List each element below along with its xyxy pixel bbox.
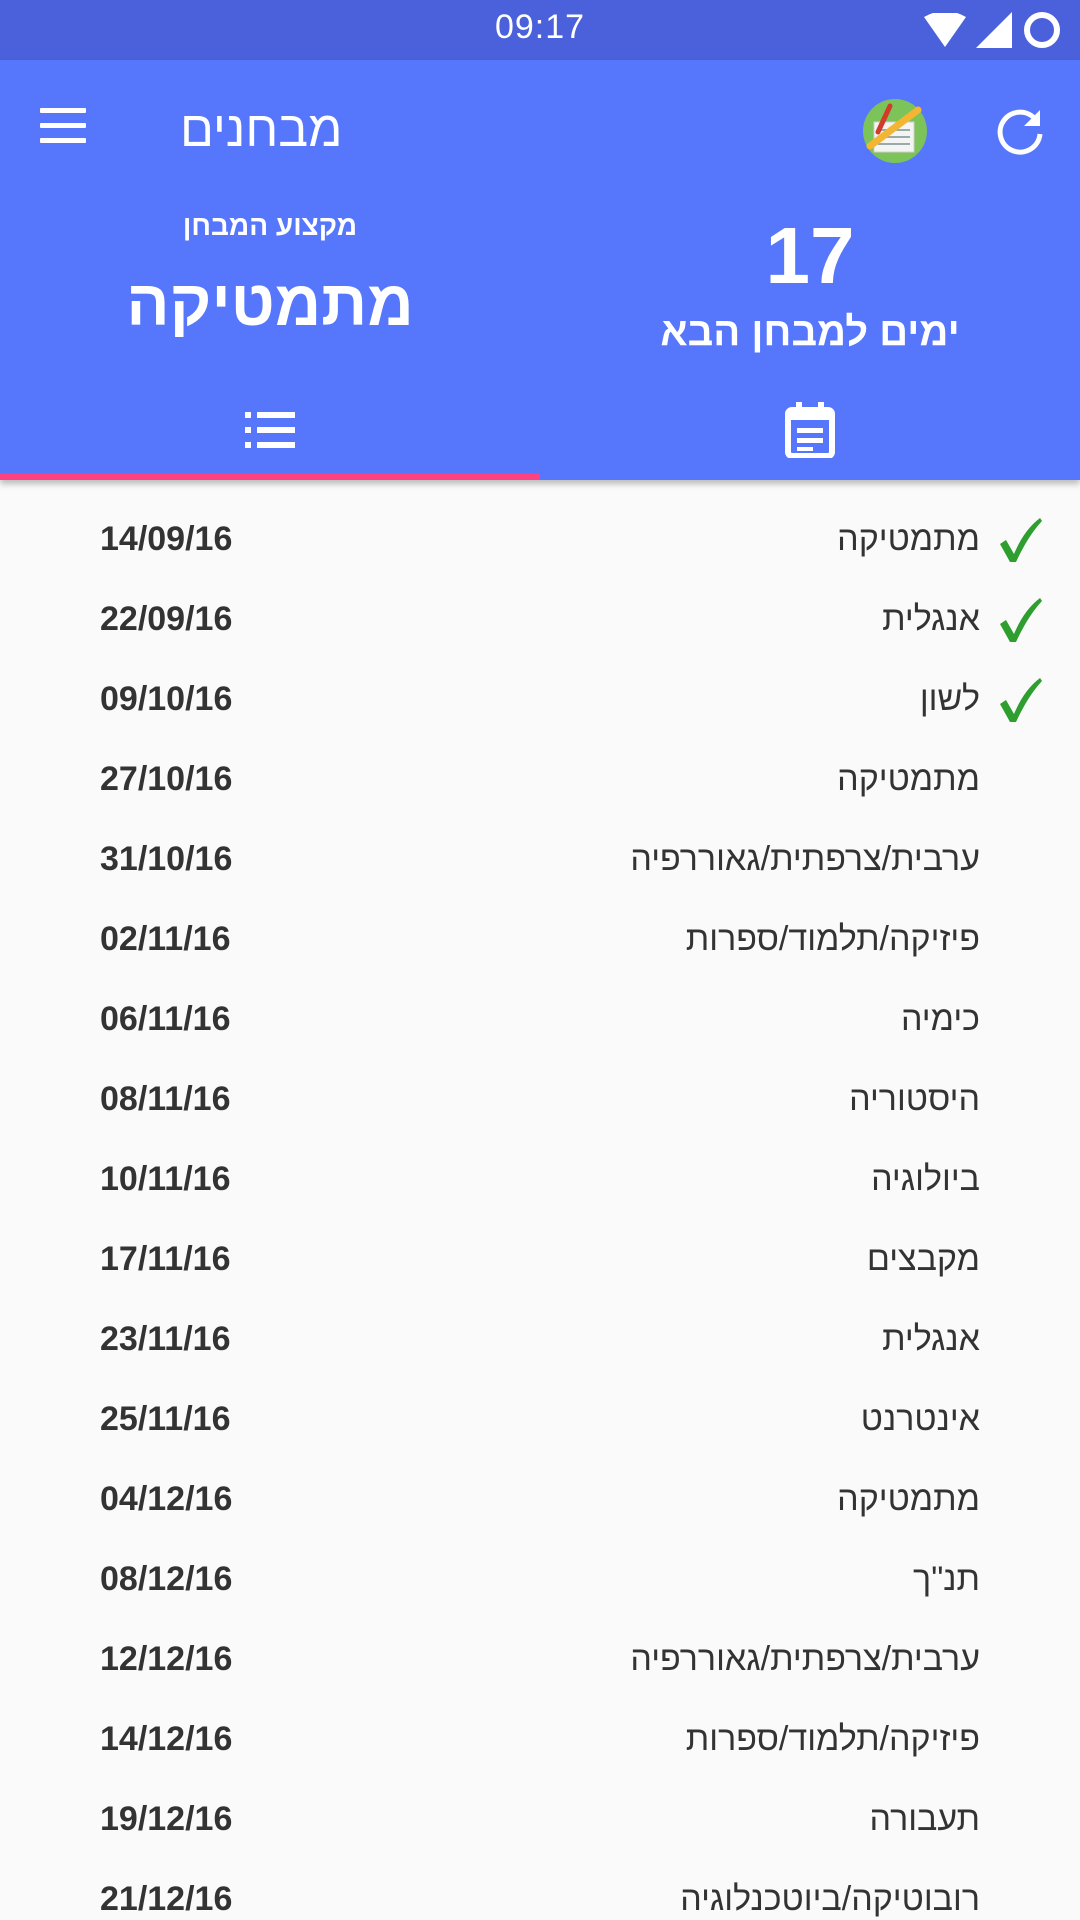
exam-subject: ערבית/צרפתית/גאוררפיה bbox=[630, 1640, 980, 1678]
exam-date: 08/12/16 bbox=[100, 1560, 233, 1598]
exam-row[interactable]: 25/11/16 אינטרנט bbox=[0, 1380, 1080, 1460]
check-icon bbox=[1000, 598, 1042, 642]
exam-row[interactable]: 08/11/16 היסטוריה bbox=[0, 1060, 1080, 1140]
exam-subject: פיזיקה/תלמוד/ספרות bbox=[685, 1720, 980, 1758]
subject-value: מתמטיקה bbox=[126, 267, 414, 339]
exam-date: 27/10/16 bbox=[100, 760, 233, 798]
tab-calendar[interactable] bbox=[540, 380, 1080, 480]
exam-subject: ביולוגיה bbox=[871, 1160, 980, 1198]
exam-row[interactable]: 14/09/16 מתמטיקה bbox=[0, 500, 1080, 580]
exam-subject: מקבצים bbox=[866, 1240, 980, 1278]
exam-subject: פיזיקה/תלמוד/ספרות bbox=[685, 920, 980, 958]
status-bar: 09:17 bbox=[0, 0, 1080, 60]
days-caption: ימים למבחן הבא bbox=[660, 310, 960, 354]
days-count: 17 bbox=[765, 211, 855, 300]
exam-subject: לשון bbox=[919, 680, 980, 718]
tab-list[interactable] bbox=[0, 380, 540, 480]
exam-row[interactable]: 08/12/16 תנ"ך bbox=[0, 1540, 1080, 1620]
exam-subject: תעבורה bbox=[869, 1800, 980, 1838]
exam-date: 14/12/16 bbox=[100, 1720, 233, 1758]
exam-row[interactable]: 23/11/16 אנגלית bbox=[0, 1300, 1080, 1380]
exam-row[interactable]: 12/12/16 ערבית/צרפתית/גאוררפיה bbox=[0, 1620, 1080, 1700]
exam-subject: מתמטיקה bbox=[837, 760, 980, 798]
refresh-icon[interactable] bbox=[992, 104, 1048, 160]
exam-subject: רובוטיקה/ביוטכנלוגיה bbox=[680, 1880, 980, 1918]
exam-row[interactable]: 10/11/16 ביולוגיה bbox=[0, 1140, 1080, 1220]
exam-subject: תנ"ך bbox=[913, 1560, 980, 1598]
status-time: 09:17 bbox=[494, 8, 586, 46]
exam-date: 19/12/16 bbox=[100, 1800, 233, 1838]
exam-date: 10/11/16 bbox=[100, 1160, 231, 1198]
exam-subject: אנגלית bbox=[882, 1320, 980, 1358]
exam-date: 31/10/16 bbox=[100, 840, 233, 878]
exam-date: 12/12/16 bbox=[100, 1640, 233, 1678]
status-icons bbox=[924, 10, 1062, 50]
list-icon bbox=[245, 412, 295, 448]
exam-date: 02/11/16 bbox=[100, 920, 231, 958]
exam-row[interactable]: 27/10/16 מתמטיקה bbox=[0, 740, 1080, 820]
exam-date: 17/11/16 bbox=[100, 1240, 231, 1278]
exam-list: 14/09/16 מתמטיקה 22/09/16 אנגלית 09/10/16 לשו… bbox=[0, 500, 1080, 1920]
next-exam-subject: מקצוע המבחן מתמטיקה bbox=[0, 210, 540, 340]
exam-subject: אינטרנט bbox=[860, 1400, 980, 1438]
exam-row[interactable]: 22/09/16 אנגלית bbox=[0, 580, 1080, 660]
exam-row[interactable]: 04/12/16 מתמטיקה bbox=[0, 1460, 1080, 1540]
signal-icon bbox=[976, 12, 1012, 48]
exam-subject: אנגלית bbox=[882, 600, 980, 638]
exam-subject: כימיה bbox=[900, 1000, 980, 1038]
subject-caption: מקצוע המבחן bbox=[182, 210, 358, 241]
check-icon bbox=[1000, 678, 1042, 722]
exam-subject: ערבית/צרפתית/גאוררפיה bbox=[630, 840, 980, 878]
exam-date: 21/12/16 bbox=[100, 1880, 233, 1918]
exam-subject: מתמטיקה bbox=[837, 520, 980, 558]
check-icon bbox=[1000, 518, 1042, 562]
exam-row[interactable]: 17/11/16 מקבצים bbox=[0, 1220, 1080, 1300]
exam-date: 04/12/16 bbox=[100, 1480, 233, 1518]
tab-indicator bbox=[0, 474, 540, 480]
app-logo-icon bbox=[863, 99, 927, 163]
exam-row[interactable]: 21/12/16 רובוטיקה/ביוטכנלוגיה bbox=[0, 1860, 1080, 1920]
exam-date: 22/09/16 bbox=[100, 600, 233, 638]
exam-row[interactable]: 31/10/16 ערבית/צרפתית/גאוררפיה bbox=[0, 820, 1080, 900]
exam-subject: היסטוריה bbox=[849, 1080, 980, 1118]
calendar-icon bbox=[785, 402, 835, 458]
exam-date: 25/11/16 bbox=[100, 1400, 231, 1438]
exam-date: 06/11/16 bbox=[100, 1000, 231, 1038]
exam-date: 08/11/16 bbox=[100, 1080, 231, 1118]
exam-subject: מתמטיקה bbox=[837, 1480, 980, 1518]
page-title: מבחנים bbox=[180, 101, 343, 157]
exam-row[interactable]: 02/11/16 פיזיקה/תלמוד/ספרות bbox=[0, 900, 1080, 980]
wifi-icon bbox=[924, 13, 966, 47]
exam-date: 09/10/16 bbox=[100, 680, 233, 718]
exam-row[interactable]: 06/11/16 כימיה bbox=[0, 980, 1080, 1060]
menu-icon[interactable] bbox=[40, 108, 100, 152]
days-until-exam: 17 ימים למבחן הבא bbox=[540, 210, 1080, 355]
app-header: מבחנים מקצוע המבחן מתמטיקה 17 ימים למבחן… bbox=[0, 60, 1080, 480]
exam-date: 14/09/16 bbox=[100, 520, 233, 558]
exam-row[interactable]: 09/10/16 לשון bbox=[0, 660, 1080, 740]
exam-date: 23/11/16 bbox=[100, 1320, 231, 1358]
exam-row[interactable]: 14/12/16 פיזיקה/תלמוד/ספרות bbox=[0, 1700, 1080, 1780]
battery-circle-icon bbox=[1024, 12, 1060, 48]
exam-row[interactable]: 19/12/16 תעבורה bbox=[0, 1780, 1080, 1860]
